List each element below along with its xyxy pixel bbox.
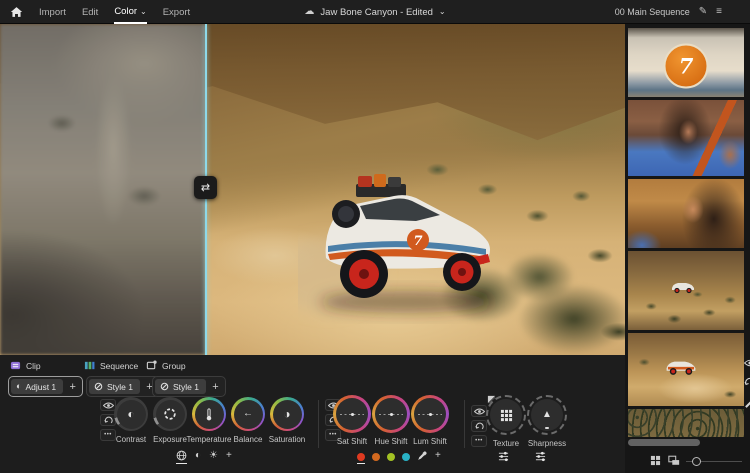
- thermometer-icon: [206, 407, 212, 420]
- lum-shift-wheel[interactable]: Lum Shift: [408, 395, 452, 446]
- style-icon: [160, 382, 169, 391]
- style-preset-group-group: Style 1 +: [152, 376, 226, 397]
- adjust-preset-group: ◐ Adjust 1 +: [8, 376, 84, 397]
- contrast-icon: ◐: [127, 407, 135, 421]
- undo-icon[interactable]: [744, 377, 750, 388]
- thumbnail-car-dirt-road[interactable]: [628, 333, 744, 406]
- texture-slider-icon[interactable]: [498, 451, 509, 466]
- tab-sequence[interactable]: Sequence: [84, 360, 138, 371]
- group-icon: [146, 360, 157, 370]
- adjust-icon: ◐: [16, 381, 22, 391]
- balance-dial[interactable]: ← Balance: [226, 397, 270, 444]
- swatch-teal[interactable]: [402, 452, 410, 465]
- swatch-green[interactable]: [387, 452, 395, 465]
- swatch-orange[interactable]: [372, 452, 380, 465]
- thumbnail-woman-blue-shirt[interactable]: [628, 100, 744, 176]
- before-grade-region: [0, 24, 206, 355]
- sequence-controls: 00 Main Sequence ✎ ≡: [615, 0, 722, 24]
- svg-text:7: 7: [413, 234, 422, 249]
- thumbnail-car-aerial[interactable]: [628, 409, 744, 437]
- clip-icon: [10, 361, 21, 370]
- thumbnail-woman-closeup[interactable]: [628, 179, 744, 248]
- color-swatch-row: +: [357, 450, 441, 464]
- sharpness-icon: ▲: [542, 409, 552, 420]
- mini-car-icon: [666, 361, 696, 375]
- color-panel: Clip Sequence Group ◐ Adjust 1 + Style 1…: [0, 355, 625, 473]
- thumbnail-zoom-knob[interactable]: [692, 457, 701, 466]
- exposure-icon: [164, 408, 176, 420]
- project-name: Jaw Bone Canyon - Edited: [320, 6, 433, 18]
- saturation-dial[interactable]: ◑ Saturation: [265, 397, 309, 444]
- grid-view-icon[interactable]: [650, 455, 661, 466]
- contrast-range-icon[interactable]: ◐: [195, 450, 201, 465]
- add-adjust-button[interactable]: +: [65, 381, 80, 393]
- thumbnail-car-door-7[interactable]: 7: [628, 28, 744, 97]
- split-view-drag-handle[interactable]: ⇄: [194, 176, 217, 199]
- video-preview: 7 ⇄: [0, 24, 625, 355]
- wrench-icon[interactable]: [744, 397, 750, 409]
- sequence-icon: [84, 361, 95, 370]
- swap-arrows-icon: ⇄: [200, 182, 211, 194]
- hue-shift-wheel[interactable]: Hue Shift: [369, 395, 413, 446]
- sharpness-dial[interactable]: ▲ Sharpness: [525, 395, 569, 448]
- add-color-button[interactable]: +: [435, 450, 441, 465]
- panel-edge-rail: [744, 358, 750, 420]
- rally-car-illustration: 7: [298, 174, 492, 313]
- basic-subcontrols: ◐ ☀ +: [176, 450, 232, 464]
- top-bar: Import Edit Color ⌄ Export ☁ Jaw Bone Ca…: [0, 0, 750, 24]
- sat-shift-wheel[interactable]: Sat Shift: [330, 395, 374, 446]
- tab-group[interactable]: Group: [146, 360, 186, 371]
- contrast-dial[interactable]: ◐ Contrast: [109, 397, 153, 444]
- sharpness-slider-icon[interactable]: [535, 451, 546, 466]
- swatch-red[interactable]: [357, 452, 365, 464]
- rename-pencil-icon[interactable]: ✎: [699, 7, 707, 17]
- mini-car-icon: [672, 283, 694, 294]
- chevron-down-icon: ⌄: [438, 7, 446, 16]
- app-window: Import Edit Color ⌄ Export ☁ Jaw Bone Ca…: [0, 0, 750, 473]
- add-range-button[interactable]: +: [226, 450, 232, 465]
- saturation-icon: ◑: [283, 407, 291, 421]
- group-divider: [464, 400, 465, 448]
- brightness-range-icon[interactable]: ☀: [209, 450, 218, 465]
- arrow-left-icon: ←: [243, 408, 253, 419]
- thumbnail-car-hillside[interactable]: [628, 251, 744, 330]
- texture-dial[interactable]: Texture: [484, 395, 528, 448]
- style-1-button[interactable]: Style 1: [89, 379, 140, 394]
- cloud-sync-icon: ☁: [304, 6, 315, 17]
- eyedropper-icon[interactable]: [417, 450, 428, 465]
- tab-clip[interactable]: Clip: [10, 360, 41, 371]
- add-style-button[interactable]: +: [208, 381, 223, 393]
- adjust-1-button[interactable]: ◐ Adjust 1: [11, 379, 64, 394]
- exposure-dial[interactable]: Exposure: [148, 397, 192, 444]
- group-divider: [318, 400, 319, 448]
- style-icon: [94, 382, 103, 391]
- style-preset-group-sequence: Style 1 +: [86, 376, 160, 397]
- sequence-menu-icon[interactable]: ≡: [716, 7, 722, 17]
- style-1-button[interactable]: Style 1: [155, 379, 206, 394]
- temperature-dial[interactable]: Temperature: [187, 397, 231, 444]
- sequence-name: 00 Main Sequence: [614, 7, 690, 17]
- detail-subcontrols: [498, 451, 546, 465]
- filmstrip-view-controls: [628, 453, 750, 469]
- global-adjust-icon[interactable]: [176, 450, 187, 464]
- list-view-icon[interactable]: [668, 455, 680, 466]
- filmstrip-scrollbar[interactable]: [628, 439, 700, 446]
- eye-icon[interactable]: [744, 359, 750, 367]
- number-7-badge: 7: [663, 43, 709, 89]
- texture-icon: [500, 409, 512, 421]
